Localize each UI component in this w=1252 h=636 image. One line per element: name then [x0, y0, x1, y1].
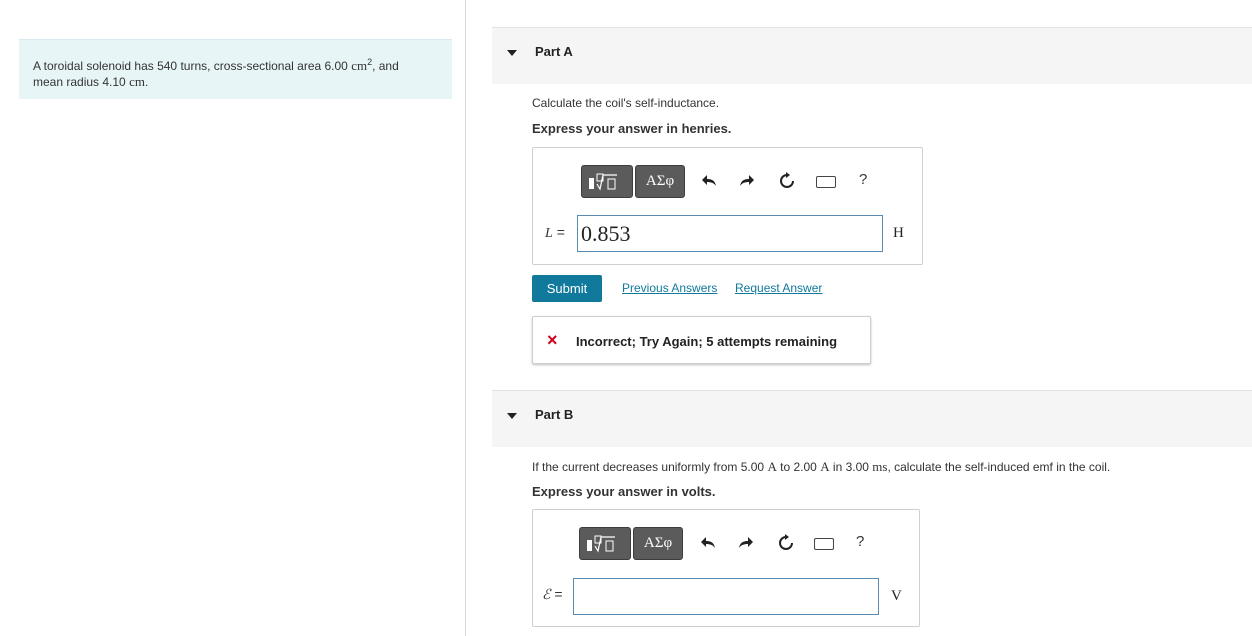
column-divider: [465, 0, 466, 636]
variable-label: L =: [545, 224, 565, 241]
collapse-triangle-icon[interactable]: [507, 50, 517, 56]
keyboard-icon[interactable]: [816, 176, 836, 188]
part-a-header[interactable]: Part A: [492, 27, 1252, 84]
request-answer-link[interactable]: Request Answer: [735, 281, 822, 295]
keyboard-icon[interactable]: [814, 538, 834, 550]
feedback-message: × Incorrect; Try Again; 5 attempts remai…: [532, 316, 871, 364]
greek-symbols-label: ΑΣφ: [645, 173, 675, 189]
part-a-prompt: Calculate the coil's self-inductance.: [532, 96, 720, 110]
variable-label: ℰ =: [542, 586, 563, 603]
problem-text: mean radius 4.10: [33, 75, 130, 89]
part-a-title: Part A: [535, 44, 573, 59]
part-a-instruction: Express your answer in henries.: [532, 121, 732, 136]
collapse-triangle-icon[interactable]: [507, 413, 517, 419]
problem-text: , and: [372, 59, 399, 73]
part-b-header[interactable]: Part B: [492, 390, 1252, 447]
submit-button[interactable]: Submit: [532, 275, 602, 302]
templates-button[interactable]: [579, 527, 631, 560]
problem-statement: A toroidal solenoid has 540 turns, cross…: [19, 39, 452, 99]
answer-input[interactable]: [573, 578, 879, 615]
help-button[interactable]: ?: [856, 533, 864, 550]
reset-icon[interactable]: [775, 532, 797, 554]
undo-icon[interactable]: [698, 532, 720, 554]
area-unit: cm: [351, 58, 368, 73]
incorrect-x-icon: ×: [547, 330, 558, 350]
part-b-instruction: Express your answer in volts.: [532, 484, 716, 499]
help-button[interactable]: ?: [859, 171, 867, 188]
undo-icon[interactable]: [699, 170, 721, 192]
redo-icon[interactable]: [734, 532, 756, 554]
greek-symbols-button[interactable]: ΑΣφ: [635, 165, 685, 198]
greek-symbols-label: ΑΣφ: [643, 535, 673, 551]
radius-unit: cm: [129, 74, 145, 89]
fraction-sqrt-template-icon: [587, 535, 615, 553]
part-b-prompt: If the current decreases uniformly from …: [532, 459, 1111, 474]
problem-text: A toroidal solenoid has 540 turns, cross…: [33, 59, 352, 73]
part-a-answer-box: ΑΣφ ? L = 0.853 H: [532, 147, 923, 265]
greek-symbols-button[interactable]: ΑΣφ: [633, 527, 683, 560]
unit-label: V: [891, 588, 902, 604]
part-b-title: Part B: [535, 407, 574, 422]
previous-answers-link[interactable]: Previous Answers: [622, 281, 717, 295]
fraction-sqrt-template-icon: [589, 173, 617, 191]
reset-icon[interactable]: [776, 170, 798, 192]
feedback-text: Incorrect; Try Again; 5 attempts remaini…: [576, 334, 838, 349]
part-b-answer-box: ΑΣφ ? ℰ = V: [532, 509, 920, 627]
problem-text: .: [144, 75, 149, 89]
templates-button[interactable]: [581, 165, 633, 198]
answer-input[interactable]: 0.853: [577, 215, 883, 252]
redo-icon[interactable]: [735, 170, 757, 192]
unit-label: H: [893, 225, 904, 241]
